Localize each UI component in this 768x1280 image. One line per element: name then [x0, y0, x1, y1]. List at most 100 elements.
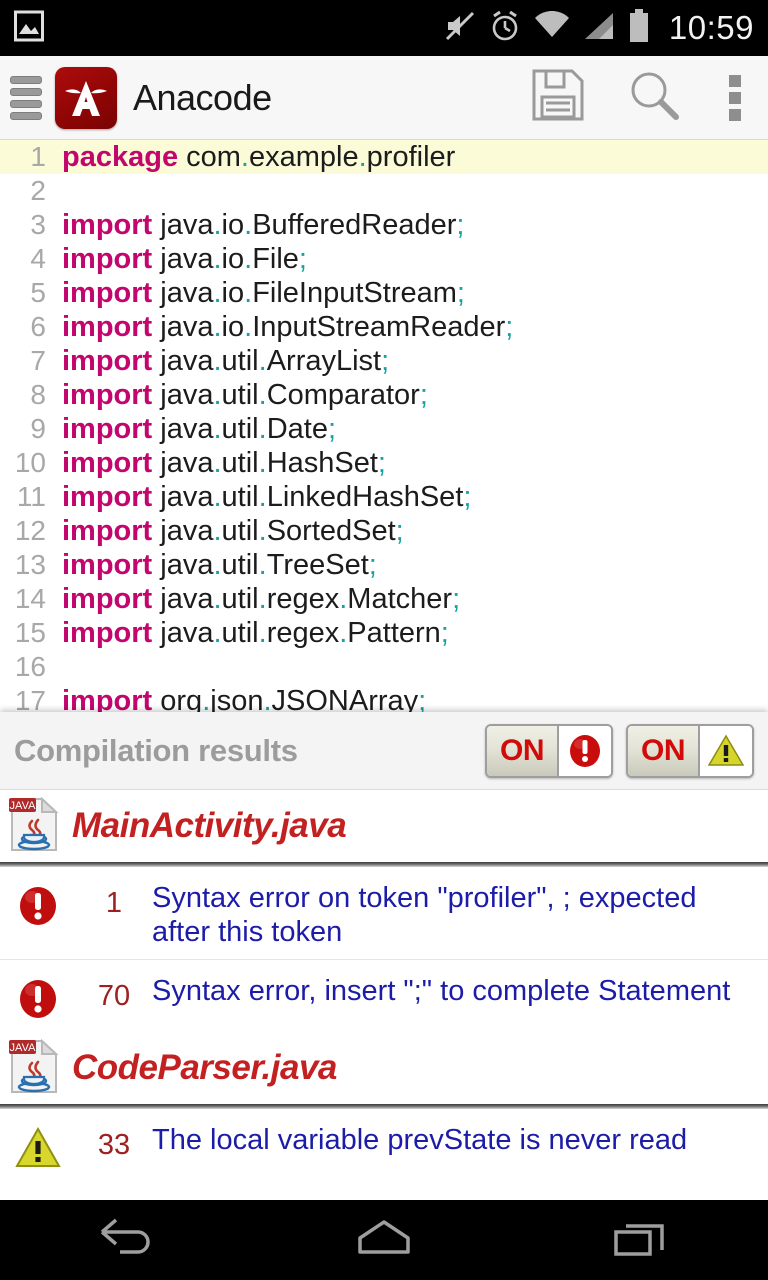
line-text: import java.util.Date;	[62, 412, 337, 445]
status-bar: 10:59	[0, 0, 768, 56]
code-line[interactable]: 13 import java.util.TreeSet;	[0, 548, 768, 582]
recents-icon	[612, 1216, 668, 1265]
code-line[interactable]: 15 import java.util.regex.Pattern;	[0, 616, 768, 650]
line-text: import java.io.InputStreamReader;	[62, 310, 514, 343]
issue-row[interactable]: 33 The local variable prevState is never …	[0, 1109, 768, 1182]
line-number: 10	[14, 447, 46, 478]
code-line[interactable]: 3 import java.io.BufferedReader;	[0, 208, 768, 242]
java-file-icon: JAVA	[8, 795, 60, 858]
code-line[interactable]: 6 import java.io.InputStreamReader;	[0, 310, 768, 344]
warning-icon	[698, 725, 752, 776]
wifi-icon	[534, 10, 570, 46]
line-number: 11	[16, 481, 46, 512]
line-number: 4	[30, 243, 46, 274]
compilation-results-panel: Compilation results ON ON JAVA MainActiv…	[0, 712, 768, 1200]
mute-icon	[444, 10, 476, 47]
line-number: 5	[30, 277, 46, 308]
app-bar: Anacode	[0, 56, 768, 140]
warning-icon	[0, 1119, 76, 1171]
svg-text:JAVA: JAVA	[10, 800, 37, 812]
save-button[interactable]	[510, 56, 606, 140]
line-text: import java.util.regex.Matcher;	[62, 582, 461, 615]
issue-row[interactable]: 70 Syntax error, insert ";" to complete S…	[0, 960, 768, 1033]
code-line[interactable]: 14 import java.util.regex.Matcher;	[0, 582, 768, 616]
anacode-logo-icon	[55, 66, 117, 129]
code-line[interactable]: 12 import java.util.SortedSet;	[0, 514, 768, 548]
panel-header: Compilation results ON ON	[0, 712, 768, 790]
code-line[interactable]: 4 import java.io.File;	[0, 242, 768, 276]
code-editor[interactable]: 1 package com.example.profiler 2 3 import ja…	[0, 140, 768, 712]
save-icon	[530, 67, 586, 128]
toolbar-actions	[510, 56, 768, 140]
overflow-menu-button[interactable]	[702, 56, 768, 140]
line-text: import org.json.JSONArray;	[62, 684, 427, 713]
alarm-icon	[489, 10, 521, 47]
issue-message: The local variable prevState is never re…	[152, 1124, 688, 1157]
code-line[interactable]: 5 import java.io.FileInputStream;	[0, 276, 768, 310]
code-line[interactable]: 17 import org.json.JSONArray;	[0, 684, 768, 713]
nav-home-button[interactable]	[309, 1200, 459, 1280]
file-header-row[interactable]: JAVA CodeParser.java	[0, 1032, 768, 1105]
panel-title: Compilation results	[14, 732, 298, 768]
back-icon	[98, 1218, 158, 1263]
issue-line-number: 1	[105, 887, 123, 919]
search-button[interactable]	[606, 56, 702, 140]
code-line[interactable]: 10 import java.util.HashSet;	[0, 446, 768, 480]
line-text: import java.util.LinkedHashSet;	[62, 480, 472, 513]
line-number: 1	[30, 141, 46, 172]
line-text: import java.util.Comparator;	[62, 378, 428, 411]
image-icon	[14, 10, 44, 47]
line-number: 7	[30, 345, 46, 376]
file-name: MainActivity.java	[72, 806, 347, 845]
toggle-warnings-label: ON	[628, 725, 698, 776]
home-icon	[356, 1218, 412, 1263]
issue-line-number: 33	[97, 1129, 131, 1162]
error-icon	[0, 877, 76, 929]
file-name: CodeParser.java	[72, 1048, 337, 1088]
code-line[interactable]: 11 import java.util.LinkedHashSet;	[0, 480, 768, 514]
line-text: package com.example.profiler	[62, 140, 456, 173]
issue-row[interactable]: 1 Syntax error on token "profiler", ; exp…	[0, 867, 768, 960]
app-title: Anacode	[133, 76, 272, 118]
line-number: 15	[14, 617, 46, 648]
line-number: 14	[14, 583, 46, 614]
line-number: 2	[30, 175, 46, 206]
battery-icon	[628, 8, 650, 48]
file-header-row[interactable]: JAVA MainActivity.java	[0, 790, 768, 862]
line-number: 13	[14, 549, 46, 580]
code-line[interactable]: 8 import java.util.Comparator;	[0, 378, 768, 412]
nav-back-button[interactable]	[53, 1200, 203, 1280]
toggle-errors[interactable]: ON	[485, 723, 613, 778]
search-icon	[626, 67, 682, 128]
code-line[interactable]: 7 import java.util.ArrayList;	[0, 344, 768, 378]
line-text: import java.util.ArrayList;	[62, 344, 390, 377]
status-clock: 10:59	[668, 9, 754, 46]
line-number: 9	[30, 413, 46, 444]
filter-toggles: ON ON	[485, 723, 754, 778]
line-number: 6	[30, 311, 46, 342]
issue-line-number: 70	[97, 980, 131, 1013]
code-line[interactable]: 2	[0, 174, 768, 208]
line-text: import java.io.BufferedReader;	[62, 208, 465, 241]
line-number: 8	[30, 379, 46, 410]
toggle-errors-label: ON	[487, 725, 557, 776]
stack-drawer-icon	[10, 75, 42, 120]
code-line[interactable]: 1 package com.example.profiler	[0, 140, 768, 174]
issue-message: Syntax error, insert ";" to complete Sta…	[152, 975, 731, 1008]
line-text: import java.io.FileInputStream;	[62, 276, 465, 309]
line-number: 12	[14, 515, 46, 546]
nav-recents-button[interactable]	[565, 1200, 715, 1280]
code-line[interactable]: 16	[0, 650, 768, 684]
code-line[interactable]: 9 import java.util.Date;	[0, 412, 768, 446]
error-icon	[0, 970, 76, 1022]
issue-message: Syntax error on token "profiler", ; expe…	[152, 882, 697, 949]
java-file-icon: JAVA	[8, 1037, 60, 1100]
line-number: 17	[14, 685, 46, 712]
line-number: 3	[30, 209, 46, 240]
drawer-button[interactable]	[0, 56, 52, 140]
error-icon	[557, 725, 611, 776]
toggle-warnings[interactable]: ON	[626, 723, 754, 778]
overflow-menu-icon	[729, 70, 741, 126]
line-text: import java.util.TreeSet;	[62, 548, 377, 581]
signal-icon	[583, 11, 615, 46]
